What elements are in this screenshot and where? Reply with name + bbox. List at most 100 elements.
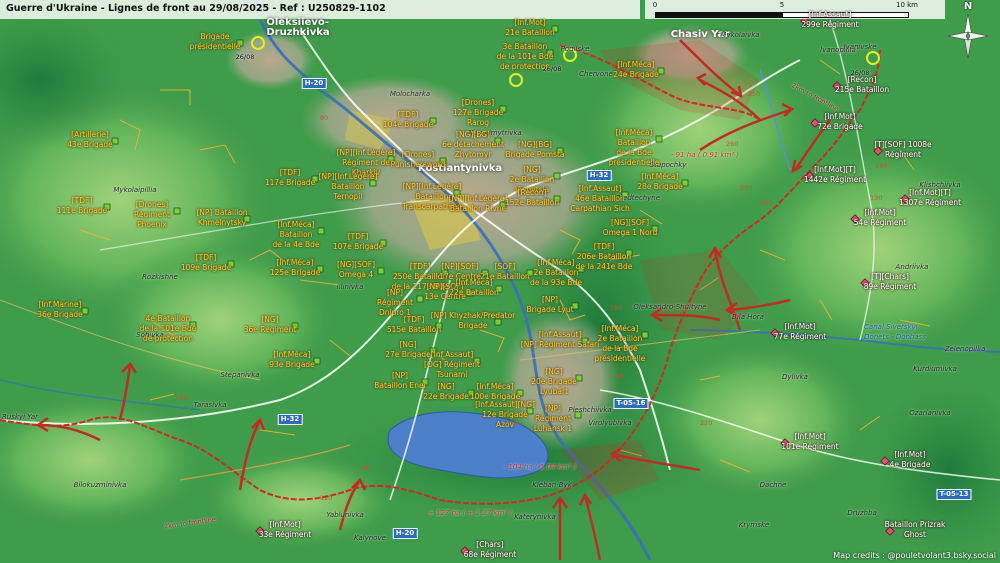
compass-rose-icon: N: [944, 2, 992, 64]
ukraine-unit-label: [Inf.Assaut] [NP] Régiment Safari: [520, 330, 600, 349]
place-label: Andriivka: [895, 263, 929, 271]
scale-label: 10 km: [895, 1, 919, 9]
scale-label: 0: [652, 1, 658, 9]
place-label: Virolyubivka: [588, 419, 632, 427]
ukraine-unit-label: [Inf.Méca] Bataillon de la 4e Bde: [272, 220, 320, 249]
ukraine-unit-label: [Inf.Méca] 125e Brigade: [269, 258, 321, 277]
ukraine-unit-label: [TDF] 109e Brigade: [180, 253, 232, 272]
ukraine-unit-marker-icon[interactable]: [553, 172, 561, 180]
map-credits: Map credits : @pouletvolant3.bsky.social: [833, 551, 996, 560]
place-label: Oleksandro-Shultyne: [633, 303, 707, 311]
russia-unit-label: [Inf.Mot] 72e Brigade: [817, 112, 863, 131]
elevation-label: 180: [610, 304, 622, 312]
russia-unit-label: [Chars] 68e Régiment: [463, 540, 517, 559]
date-label: 26/08: [235, 53, 255, 61]
ukraine-unit-marker-icon[interactable]: [173, 207, 181, 215]
map-title: Guerre d'Ukraine - Lignes de front au 29…: [6, 3, 386, 14]
ukraine-unit-label: 4e Bataillon de la 101e Bde de protectio…: [139, 314, 197, 343]
place-label: Ozarianivka: [909, 409, 951, 417]
date-label: 26/08: [850, 69, 870, 77]
ukraine-unit-label: [NG][BG] 6e détachement Zhytomyr: [442, 130, 504, 159]
road-badge: H-20: [301, 78, 327, 89]
ukraine-unit-marker-icon[interactable]: [416, 295, 424, 303]
ukraine-unit-label: [NP][Inf.Légère] Bataillon Rivne: [448, 194, 508, 213]
place-label: Zelenopillia: [944, 345, 986, 353]
ukraine-unit-label: [NG][BG] Brigade Pomsta: [505, 140, 565, 159]
ukraine-unit-label: [NG][SOF] Omega 1 Nord: [602, 218, 658, 237]
russia-unit-label: [Inf.Assaut] 299e Régiment: [801, 10, 859, 29]
place-label: Mykolaipillia: [113, 186, 157, 194]
ukraine-unit-label: [Inf.Méca] Bataillon de la Bde président…: [608, 128, 660, 167]
place-label: Dachne: [759, 481, 787, 489]
place-label: Kurdiumivka: [913, 365, 957, 373]
place-label: Yablunivka: [326, 511, 364, 519]
elevation-label: 260: [726, 140, 738, 148]
place-label: Kalynove: [354, 534, 386, 542]
road-badge: H-32: [277, 414, 303, 425]
scale-bar: 0 5 10 km: [645, 0, 945, 19]
compass-north-label: N: [963, 1, 973, 12]
ukraine-unit-label: [NP] Bataillon Khmelnytsky: [196, 208, 248, 227]
russia-unit-label: [Inf.Mot] 54e Régiment: [853, 208, 907, 227]
elevation-label: 90: [615, 372, 623, 380]
scale-segment: [655, 12, 782, 18]
ukraine-unit-label: [Inf.Méca] 24e Brigade: [613, 60, 659, 79]
elevation-label: 220: [700, 419, 712, 427]
place-label: Krymske: [738, 521, 770, 529]
ukraine-unit-label: [Drones] Régiment Phoenix: [134, 200, 170, 229]
map-canvas[interactable]: 2302502602402102002201801401101201301009…: [0, 0, 1000, 563]
place-label: Ruskyi Yar: [1, 413, 39, 421]
russia-unit-label: Bataillon Prizrak Ghost: [884, 520, 946, 539]
elevation-label: 210: [175, 394, 187, 402]
road-badge: H-32: [586, 170, 612, 181]
area-change-label: + 127 ha ( + 1.27 km² ): [427, 509, 513, 517]
ukraine-unit-label: [TDF] 515e Bataillon: [386, 315, 442, 334]
russia-unit-label: [Inf.Mot] 101e Régiment: [781, 432, 839, 451]
ukraine-unit-label: [Inf.Marine] 36e Brigade: [37, 300, 83, 319]
ukraine-unit-label: [TDF] 117e Brigade: [264, 168, 316, 187]
place-label: Bila Hora: [732, 313, 764, 321]
place-label: Stepanivka: [220, 371, 260, 379]
ukraine-unit-label: [NP] Bataillon Enei: [374, 371, 426, 390]
ukraine-unit-label: [NG] 20e Brigade Lyubart: [531, 367, 577, 396]
russia-unit-label: [Inf.Mot] 77e Régiment: [773, 322, 827, 341]
ukraine-unit-label: [Artillerie] 43e Brigade: [67, 130, 113, 149]
ukraine-unit-label: [NG][SOF] Omega 4: [336, 260, 376, 279]
ukraine-unit-label: [Inf.Mot] 21e Bataillon: [505, 18, 555, 37]
ukraine-unit-label: [Inf.Assaut] [OG] Régiment Tsunami: [424, 350, 480, 379]
ukraine-unit-label: Brigade présidentielle: [189, 32, 241, 51]
ukraine-unit-label: [Inf.Méca] 2e Bataillon de la Bde présid…: [594, 324, 646, 363]
ukraine-unit-label: [Inf.Méca] 2e Bataillon de la 93e Bde: [530, 258, 582, 287]
road-badge: T-05-13: [936, 489, 972, 500]
ukraine-unit-label: [Inf.Méca] 93e Brigade: [269, 350, 315, 369]
ukraine-unit-label: [Drones] 127e Brigade Rarog: [452, 98, 504, 127]
place-label: Illinivka: [336, 283, 364, 291]
place-label: Kleban-Byk: [532, 481, 572, 489]
elevation-label: 130: [870, 194, 882, 202]
russia-unit-label: [T][Chars] 89e Régiment: [863, 272, 917, 291]
place-label: Molocharka: [389, 90, 431, 98]
russia-unit-label: [Inf.Mot] 33e Régiment: [258, 520, 312, 539]
ukraine-unit-label: [TDF] 111e Brigade: [56, 196, 108, 215]
russia-unit-label: [T][SOF] 1008e Régiment: [874, 140, 932, 159]
ukraine-unit-label: [Drones] Punishersword: [390, 150, 446, 169]
ukraine-unit-label: [NP] Régiment Luhansk 1: [533, 404, 573, 433]
elevation-label: 140: [875, 162, 887, 170]
russia-unit-label: [Inf.Mot] 4e Brigade: [889, 450, 931, 469]
ukraine-unit-label: [Recon] 152e Bataillon: [504, 188, 560, 207]
elevation-label: 110: [360, 464, 372, 472]
ukraine-unit-label: [TDF] 104e Brigade: [382, 110, 434, 129]
place-label: Dylivka: [782, 373, 808, 381]
ukraine-unit-label: [NP] Régiment Dnipro 1: [377, 288, 413, 317]
ukraine-unit-label: [NG] 36e Régiment: [243, 315, 297, 334]
ukraine-unit-label: [NP] Khyzhak/Predator Brigade: [430, 311, 516, 330]
ukraine-unit-label: [NP][Inf.Légère] Bataillon Ternopil: [318, 172, 378, 201]
place-label: Katerynivka: [514, 513, 556, 521]
ukraine-unit-label: [Inf.Méca] 22e Bataillon: [449, 278, 499, 297]
ukraine-unit-marker-icon[interactable]: [377, 267, 385, 275]
canal-label: Canal Siverskyi Donets - Donbass: [864, 323, 926, 341]
place-label: Rozkishne: [142, 273, 178, 281]
date-label: 26/08: [542, 65, 562, 73]
city-label-druzhkivka: Oleksiievo- Druzhkivka: [266, 17, 330, 38]
place-label: Pleshchiivka: [568, 406, 612, 414]
